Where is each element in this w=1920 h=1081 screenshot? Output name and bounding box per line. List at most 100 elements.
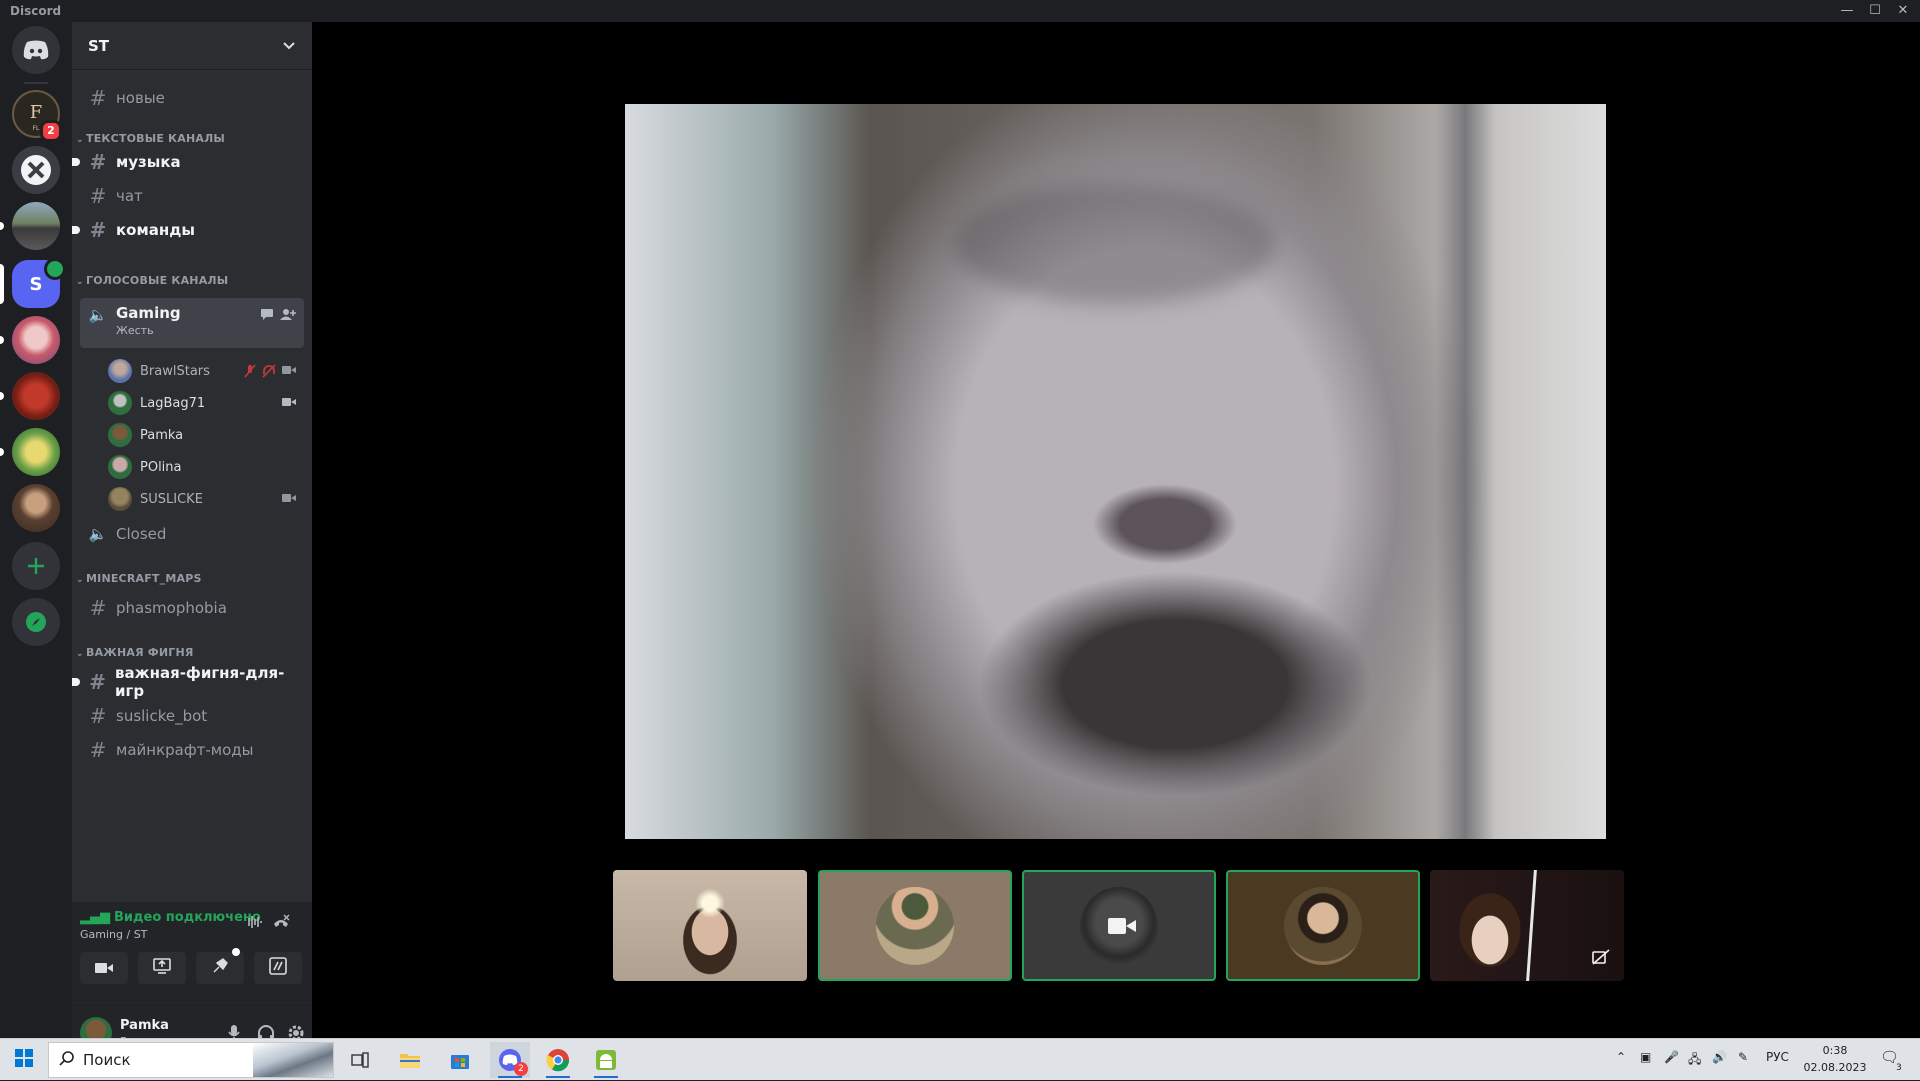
hash-icon: # [89, 738, 107, 762]
pen-icon[interactable]: ✎ [1738, 1050, 1748, 1064]
tray-overflow-icon[interactable]: ⌃ [1616, 1050, 1626, 1064]
window-title: Discord [10, 4, 62, 18]
invite-icon[interactable] [280, 306, 296, 324]
unread-pill [0, 448, 4, 456]
channel-phasmophobia[interactable]: # phasmophobia [80, 592, 304, 624]
chrome-icon[interactable] [538, 1042, 578, 1078]
voice-user-suslicke[interactable]: SUSLICKE [108, 485, 304, 513]
start-button[interactable] [0, 1039, 48, 1081]
voice-user-pamka[interactable]: Pamka [108, 421, 304, 449]
server-x[interactable] [12, 146, 60, 194]
search-highlight-image [253, 1043, 333, 1077]
windows-logo-icon [15, 1049, 33, 1071]
channel-komandy[interactable]: # команды [72, 214, 304, 246]
soundboard-icon [269, 957, 287, 979]
unread-dot [72, 158, 80, 166]
svg-text:F: F [30, 102, 43, 123]
server-header[interactable]: ST [72, 22, 312, 70]
user-name: Pamka [120, 1018, 169, 1033]
video-icon [282, 492, 296, 507]
android-icon[interactable] [586, 1042, 626, 1078]
participant-video-tile[interactable] [613, 870, 807, 981]
windows-taskbar: Поиск 2 ⌃ ▣ 🎤 🖧 🔊 ✎ РУС 0:38 02.08.2023 … [0, 1038, 1920, 1080]
camera-tray-icon[interactable]: ▣ [1640, 1050, 1651, 1064]
clock-time: 0:38 [1822, 1044, 1848, 1057]
discord-icon[interactable]: 2 [490, 1042, 530, 1078]
channel-suslicke-bot[interactable]: # suslicke_bot [80, 700, 304, 732]
voice-user-lagbag71[interactable]: LagBag71 [108, 389, 304, 417]
server-red[interactable] [12, 372, 60, 420]
channel-novye[interactable]: # новые [80, 82, 304, 114]
server-anime[interactable] [12, 316, 60, 364]
clock-date: 02.08.2023 [1803, 1061, 1867, 1074]
screen-share-button[interactable] [138, 952, 186, 984]
compass-icon[interactable] [12, 598, 60, 646]
hide-video-icon[interactable] [1592, 949, 1610, 969]
file-explorer-icon[interactable] [390, 1042, 430, 1078]
participant-avatar-tile[interactable] [818, 870, 1012, 981]
participant-camera-tile[interactable] [1022, 870, 1216, 981]
activity-button[interactable] [196, 948, 244, 984]
server-soldier[interactable] [12, 484, 60, 532]
hash-icon: # [89, 670, 106, 694]
volume-icon[interactable]: 🔊 [1712, 1050, 1727, 1064]
title-bar: Discord — ☐ ✕ [0, 0, 1920, 22]
clock[interactable]: 0:38 02.08.2023 [1800, 1042, 1870, 1076]
network-icon[interactable]: 🖧 [1688, 1050, 1701, 1071]
search-icon [59, 1050, 75, 1070]
maximize-icon[interactable]: ☐ [1862, 2, 1888, 20]
hash-icon: # [89, 184, 107, 208]
voice-channel-gaming[interactable]: 🔈 Gaming Жесть [80, 298, 304, 348]
video-camera-icon [1108, 916, 1136, 940]
discord-badge: 2 [514, 1062, 528, 1076]
participant-video-tile[interactable] [1430, 870, 1624, 981]
task-view-icon[interactable] [340, 1042, 380, 1078]
minimize-icon[interactable]: — [1834, 2, 1860, 20]
noise-suppression-icon[interactable] [244, 914, 262, 934]
microphone-tray-icon[interactable]: 🎤 [1664, 1050, 1679, 1064]
category-minecraft-maps[interactable]: ⌄ MINECRAFT_MAPS [76, 572, 202, 585]
server-name: ST [88, 36, 110, 55]
voice-connection-panel: ▂▄▆ Видео подключено Gaming / ST [72, 902, 312, 1006]
server-badge: 2 [40, 120, 62, 142]
close-icon[interactable]: ✕ [1890, 2, 1916, 20]
unread-pill [0, 336, 4, 344]
store-icon[interactable] [440, 1042, 480, 1078]
channel-muzyka[interactable]: # музыка [72, 146, 304, 178]
channel-chat[interactable]: # чат [80, 180, 304, 212]
server-road[interactable] [12, 202, 60, 250]
channel-minecraft-mody[interactable]: # майнкрафт-моды [80, 734, 304, 766]
plus-icon[interactable] [12, 542, 60, 590]
participant-avatar-tile[interactable] [1226, 870, 1420, 981]
voice-channel-closed[interactable]: 🔈 Closed [80, 518, 304, 550]
disconnect-icon[interactable] [272, 914, 290, 934]
unread-dot [72, 678, 80, 686]
soundboard-button[interactable] [254, 952, 302, 984]
language-indicator[interactable]: РУС [1766, 1050, 1789, 1064]
server-bus[interactable] [12, 428, 60, 476]
main-video-feed[interactable] [625, 104, 1606, 839]
chat-icon[interactable] [260, 306, 274, 324]
chevron-icon: ⌄ [76, 277, 84, 287]
channel-vazhnaya-fignya-dlya-igr[interactable]: # важная-фигня-для-игр [72, 664, 304, 700]
camera-button[interactable] [80, 952, 128, 984]
new-dot [232, 948, 240, 956]
avatar [108, 423, 132, 447]
chevron-icon: ⌄ [76, 135, 84, 145]
chevron-icon: ⌄ [76, 649, 84, 659]
voice-user-brawlstars[interactable]: BrawlStars [108, 357, 304, 385]
discord-logo-icon[interactable] [12, 26, 60, 74]
speaker-icon: 🔈 [88, 306, 108, 324]
voice-channel-name: Gaming [116, 304, 181, 322]
avatar [876, 886, 954, 965]
category-voice-channels[interactable]: ⌄ ГОЛОСОВЫЕ КАНАЛЫ [76, 274, 228, 287]
unread-pill [0, 222, 4, 230]
search-input[interactable]: Поиск [48, 1042, 334, 1078]
avatar [108, 359, 132, 383]
voice-user-polina[interactable]: POlina [108, 453, 304, 481]
unread-pill [0, 392, 4, 400]
hash-icon: # [89, 218, 107, 242]
category-text-channels[interactable]: ⌄ ТЕКСТОВЫЕ КАНАЛЫ [76, 132, 225, 145]
video-shading [955, 184, 1275, 304]
category-vazhnaya-fignya[interactable]: ⌄ ВАЖНАЯ ФИГНЯ [76, 646, 194, 659]
